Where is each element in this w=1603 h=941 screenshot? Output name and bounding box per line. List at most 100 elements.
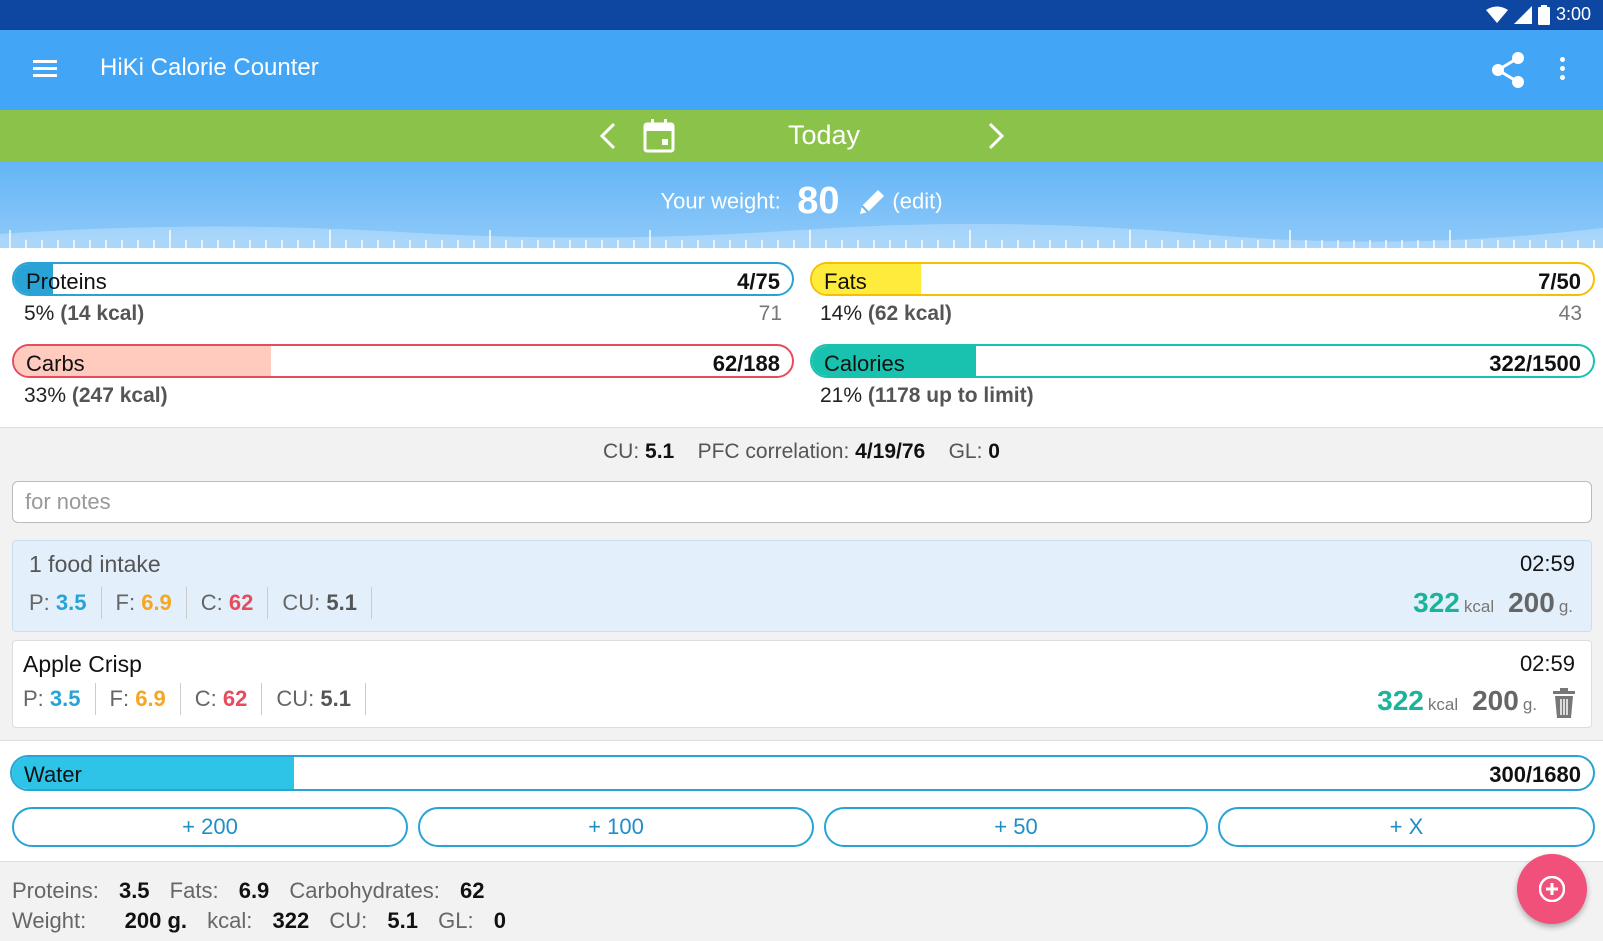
food-grams-unit: g. <box>1522 695 1537 714</box>
intake-cu-value: 5.1 <box>326 590 358 615</box>
intake-protein-value: 3.5 <box>55 590 87 615</box>
add-food-fab[interactable] <box>1517 854 1587 924</box>
totals-proteins-label: Proteins: <box>12 878 99 903</box>
app-title: HiKi Calorie Counter <box>100 54 319 81</box>
totals-fats: 6.9 <box>238 878 270 903</box>
water-name: Water <box>24 762 82 787</box>
carbs-value: 62/188 <box>712 351 780 376</box>
weight-edit-link[interactable]: (edit) <box>892 189 942 214</box>
totals-gl-label: GL: <box>438 908 474 933</box>
totals-line-2: Weight: 200 g. kcal: 322 CU: 5.1 GL: 0 <box>12 906 520 936</box>
water-bar[interactable]: Water 300/1680 <box>10 755 1595 791</box>
food-item-name: Apple Crisp <box>23 651 142 677</box>
chevron-left-icon[interactable] <box>594 120 624 152</box>
food-fat: F: 6.9 <box>96 683 181 715</box>
proteins-sub: 5% (14 kcal) <box>24 302 144 326</box>
summary-cu-label: CU: <box>603 440 640 463</box>
intake-title: 1 food intake <box>29 551 161 577</box>
calories-value: 322/1500 <box>1489 351 1581 376</box>
totals-line-1: Proteins: 3.5 Fats: 6.9 Carbohydrates: 6… <box>12 876 520 906</box>
summary-cu-value: 5.1 <box>645 440 675 463</box>
food-grams: 200 <box>1472 685 1519 716</box>
carbs-kcal: (247 kcal) <box>71 384 168 407</box>
status-bar: 3:00 <box>0 0 1603 30</box>
water-add-50-button[interactable]: + 50 <box>824 807 1208 847</box>
fats-percent: 14% <box>820 302 863 325</box>
add-icon <box>1539 876 1565 902</box>
carbs-sub: 33% (247 kcal) <box>24 384 168 408</box>
fats-bar[interactable]: Fats 7/50 <box>810 262 1595 296</box>
calories-limit: (1178 up to limit) <box>867 384 1034 407</box>
date-bar: Today <box>0 110 1603 162</box>
weight-band: Your weight: 80 (edit) <box>0 162 1603 248</box>
proteins-remaining: 71 <box>758 302 782 325</box>
menu-icon[interactable] <box>30 56 60 84</box>
totals-gl: 0 <box>493 908 506 933</box>
intake-fat: F: 6.9 <box>102 587 187 619</box>
calories-bar[interactable]: Calories 322/1500 <box>810 344 1595 378</box>
fats-kcal: (62 kcal) <box>867 302 952 325</box>
intake-fat-value: 6.9 <box>141 590 172 615</box>
share-icon[interactable] <box>1490 50 1526 90</box>
summary-pfc-f: 19 <box>872 440 897 463</box>
food-item-energy: 322 kcal 200 g. <box>1377 685 1537 717</box>
fats-name: Fats <box>824 269 867 294</box>
water-card: Water 300/1680 + 200 + 100 + 50 + X <box>0 740 1603 862</box>
calendar-icon[interactable] <box>642 118 676 154</box>
intake-carb: C: 62 <box>187 587 269 619</box>
carbs-bar[interactable]: Carbs 62/188 <box>12 344 794 378</box>
notes-input[interactable] <box>12 481 1592 523</box>
signal-icon <box>1513 5 1532 24</box>
food-protein-value: 3.5 <box>49 686 81 711</box>
daily-totals: Proteins: 3.5 Fats: 6.9 Carbohydrates: 6… <box>12 876 520 936</box>
proteins-bar[interactable]: Proteins 4/75 <box>12 262 794 296</box>
summary-pfc-label: PFC correlation: <box>697 440 850 463</box>
intake-card[interactable]: 1 food intake 02:59 P: 3.5 F: 6.9 C: 62 … <box>12 540 1592 632</box>
food-cu: CU: 5.1 <box>262 683 367 715</box>
totals-kcal-label: kcal: <box>207 908 253 933</box>
chevron-right-icon[interactable] <box>980 120 1010 152</box>
pencil-icon[interactable] <box>856 186 888 218</box>
food-item-card[interactable]: Apple Crisp 02:59 P: 3.5 F: 6.9 C: 62 CU… <box>12 640 1592 728</box>
food-item-time: 02:59 <box>1519 651 1575 676</box>
weight-value: 80 <box>797 180 840 222</box>
food-fat-value: 6.9 <box>135 686 166 711</box>
intake-grams: 200 <box>1508 587 1555 618</box>
proteins-percent: 5% <box>24 302 55 325</box>
ruler-decoration <box>0 223 1603 248</box>
weight-row: Your weight: 80 (edit) <box>0 180 1603 223</box>
fats-sub: 14% (62 kcal) <box>820 302 952 326</box>
totals-carbs: 62 <box>459 878 485 903</box>
trash-icon[interactable] <box>1551 687 1577 719</box>
food-carb-value: 62 <box>222 686 248 711</box>
summary-row: CU: 5.1 PFC correlation: 4/19/76 GL: 0 <box>603 440 1000 463</box>
status-time: 3:00 <box>1555 4 1591 24</box>
food-item-macros: P: 3.5 F: 6.9 C: 62 CU: 5.1 <box>23 683 367 715</box>
more-vert-icon[interactable] <box>1552 54 1572 88</box>
status-icons: 3:00 <box>1485 4 1591 25</box>
food-protein: P: 3.5 <box>23 683 96 715</box>
intake-grams-unit: g. <box>1558 597 1573 616</box>
totals-proteins: 3.5 <box>118 878 150 903</box>
intake-cu: CU: 5.1 <box>268 587 373 619</box>
fats-value: 7/50 <box>1538 269 1581 294</box>
water-add-custom-button[interactable]: + X <box>1218 807 1595 847</box>
screen: 3:00 HiKi Calorie Counter Today Your wei <box>0 0 1603 941</box>
summary-gl-label: GL: <box>948 440 983 463</box>
date-label[interactable]: Today <box>700 120 948 151</box>
totals-kcal: 322 <box>272 908 310 933</box>
water-value: 300/1680 <box>1489 762 1581 787</box>
food-kcal-unit: kcal <box>1427 695 1459 714</box>
intake-kcal-unit: kcal <box>1463 597 1495 616</box>
water-add-200-button[interactable]: + 200 <box>12 807 408 847</box>
wifi-icon <box>1485 6 1508 23</box>
intake-macros: P: 3.5 F: 6.9 C: 62 CU: 5.1 <box>29 587 373 619</box>
water-add-100-button[interactable]: + 100 <box>418 807 814 847</box>
battery-icon <box>1537 4 1550 25</box>
food-kcal: 322 <box>1377 685 1424 716</box>
totals-cu-label: CU: <box>329 908 368 933</box>
app-bar: HiKi Calorie Counter <box>0 30 1603 110</box>
summary-gl-value: 0 <box>988 440 1000 463</box>
totals-weight: 200 g. <box>124 908 188 933</box>
totals-carbs-label: Carbohydrates: <box>289 878 440 903</box>
